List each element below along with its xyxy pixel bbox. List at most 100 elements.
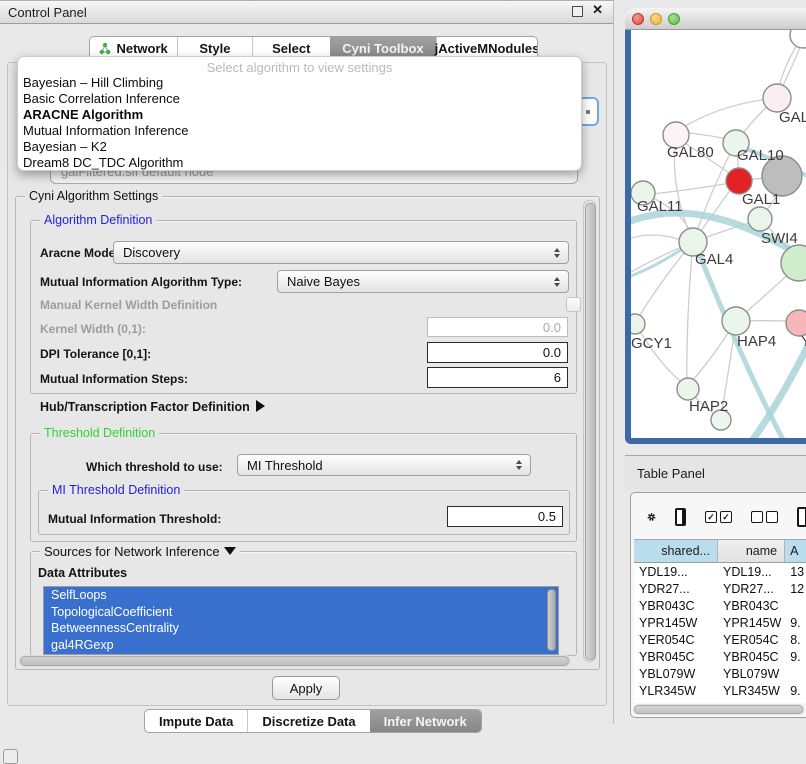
minimize-traffic-light-icon[interactable] xyxy=(650,13,662,25)
network-node-label: GAL11 xyxy=(637,198,683,215)
table-cell: YLR345W xyxy=(634,682,718,699)
list-scrollbar[interactable] xyxy=(547,589,556,651)
attribute-list-item[interactable]: BetweennessCentrality xyxy=(44,620,558,637)
mi-steps-field[interactable]: 6 xyxy=(427,367,568,388)
column-header-name[interactable]: name xyxy=(718,540,785,562)
table-panel-titlebar: Table Panel xyxy=(625,455,806,490)
mi-threshold-value: 0.5 xyxy=(538,509,556,524)
mi-type-combo[interactable]: Naive Bayes xyxy=(277,270,569,293)
dropdown-item[interactable]: Bayesian – K2 xyxy=(23,139,107,155)
network-node-gal[interactable] xyxy=(763,84,791,112)
bottom-tab-discretize-data[interactable]: Discretize Data xyxy=(247,710,369,732)
table-horizontal-scrollbar[interactable] xyxy=(633,704,805,715)
network-node[interactable] xyxy=(790,30,806,48)
kernel-width-field: 0.0 xyxy=(427,317,568,337)
dropdown-item[interactable]: Basic Correlation Inference xyxy=(23,91,180,107)
network-node-swi4[interactable] xyxy=(781,245,806,281)
table-row[interactable]: YBL079WYBL079W xyxy=(634,665,806,682)
table-row[interactable]: YPR145WYPR145W9. xyxy=(634,614,806,631)
settings-horizontal-scrollbar[interactable] xyxy=(19,655,571,667)
bottom-tab-impute-data[interactable]: Impute Data xyxy=(145,710,247,732)
table-cell: YLR345W xyxy=(718,682,785,699)
dpi-tolerance-field[interactable]: 0.0 xyxy=(427,342,568,363)
deselect-all-checks-icon[interactable] xyxy=(751,511,778,523)
table-cell: YBR045C xyxy=(634,648,718,665)
table-row[interactable]: YLR345WYLR345W9. xyxy=(634,682,806,699)
bottom-tab-infer-network[interactable]: Infer Network xyxy=(370,710,481,732)
select-all-checks-icon[interactable]: ✓✓ xyxy=(705,511,732,523)
combo-spinner-icon xyxy=(554,248,560,258)
table-cell: YER054C xyxy=(718,631,785,648)
dropdown-item[interactable]: Bayesian – Hill Climbing xyxy=(23,75,163,91)
network-node-label: GAL4 xyxy=(695,251,733,268)
table-cell xyxy=(785,597,806,614)
table-row[interactable]: YBR045CYBR045C9. xyxy=(634,648,806,665)
network-node-label: GCY1 xyxy=(631,335,672,352)
table-row[interactable]: YBR043CYBR043C xyxy=(634,597,806,614)
network-node-hap4[interactable] xyxy=(722,307,750,335)
network-node[interactable] xyxy=(748,207,772,231)
data-attributes-label: Data Attributes xyxy=(38,566,127,580)
dropdown-item[interactable]: ARACNE Algorithm xyxy=(23,107,143,123)
network-canvas[interactable]: GALGAL80GAL10GAL1GAL11GAL4SWI4GCY1HAP4YH… xyxy=(631,30,806,438)
mi-threshold-field[interactable]: 0.5 xyxy=(447,506,563,527)
aracne-mode-combo[interactable]: Discovery xyxy=(113,241,569,264)
column-header-shared[interactable]: shared... xyxy=(634,540,718,562)
table-cell: YBR045C xyxy=(718,648,785,665)
tab-label: Cyni Toolbox xyxy=(342,41,423,56)
table-cell: 12 xyxy=(785,580,806,597)
attribute-list-item[interactable]: gal4RGexp xyxy=(44,637,558,654)
table-cell: YIL052C xyxy=(718,699,785,703)
data-attributes-list[interactable]: SelfLoopsTopologicalCoefficientBetweenne… xyxy=(43,586,559,655)
manual-kernel-label: Manual Kernel Width Definition xyxy=(40,298,217,312)
attribute-list-item[interactable]: SelfLoops xyxy=(44,587,558,604)
kernel-width-value: 0.0 xyxy=(543,320,561,335)
document-icon[interactable] xyxy=(797,507,806,527)
dropdown-prompt: Select algorithm to view settings xyxy=(18,60,581,75)
attribute-list-item[interactable]: TopologicalCoefficient xyxy=(44,604,558,621)
gear-icon[interactable] xyxy=(647,508,656,526)
table-cell: YBL079W xyxy=(718,665,785,682)
tab-label: Network xyxy=(116,41,167,56)
control-panel-window: Control Panel ✕ NetworkStyleSelectCyni T… xyxy=(0,0,614,724)
table-cell: YBL079W xyxy=(634,665,718,682)
manual-kernel-checkbox xyxy=(566,297,581,312)
sources-title-row[interactable]: Sources for Network Inference xyxy=(40,544,240,559)
network-node-label: GAL10 xyxy=(737,147,784,164)
table-header-row: shared...nameA xyxy=(634,540,806,563)
table-row[interactable]: YDL19...YDL19...13 xyxy=(634,563,806,580)
table-cell: 8. xyxy=(785,631,806,648)
hub-definition-expander[interactable]: Hub/Transcription Factor Definition xyxy=(40,400,265,414)
table-cell: 9. xyxy=(785,699,806,703)
control-panel-title: Control Panel xyxy=(0,5,87,20)
table-cell: YDL19... xyxy=(718,563,785,580)
table-cell: 13 xyxy=(785,563,806,580)
table-row[interactable]: YER054CYER054C8. xyxy=(634,631,806,648)
float-window-icon[interactable] xyxy=(572,6,583,17)
table-cell: YIL052C xyxy=(634,699,718,703)
network-node-label: HAP2 xyxy=(689,398,728,415)
close-traffic-light-icon[interactable] xyxy=(632,13,644,25)
hub-definition-label: Hub/Transcription Factor Definition xyxy=(40,400,250,414)
table-cell: YBR043C xyxy=(634,597,718,614)
dropdown-item[interactable]: Dream8 DC_TDC Algorithm xyxy=(23,155,183,171)
zoom-traffic-light-icon[interactable] xyxy=(668,13,680,25)
network-node-gcy1[interactable] xyxy=(631,314,645,334)
table-cell: YPR145W xyxy=(718,614,785,631)
table-row[interactable]: YDR27...YDR27...12 xyxy=(634,580,806,597)
dropdown-item[interactable]: Mutual Information Inference xyxy=(23,123,188,139)
column-header-A[interactable]: A xyxy=(785,540,806,562)
mi-type-value: Naive Bayes xyxy=(287,274,360,289)
table-toolbar: ✓✓ xyxy=(631,497,806,537)
which-threshold-combo[interactable]: MI Threshold xyxy=(237,454,531,476)
expander-right-icon xyxy=(256,400,265,412)
network-icon xyxy=(99,42,111,55)
apply-button[interactable]: Apply xyxy=(272,676,340,700)
table-cell: YDR27... xyxy=(718,580,785,597)
settings-vertical-scrollbar[interactable] xyxy=(583,200,596,662)
network-node-hap2[interactable] xyxy=(677,378,699,400)
split-columns-icon[interactable] xyxy=(675,508,686,526)
table-row[interactable]: YIL052CYIL052C9. xyxy=(634,699,806,703)
kernel-width-label: Kernel Width (0,1): xyxy=(40,322,146,336)
close-icon[interactable]: ✕ xyxy=(592,2,603,18)
